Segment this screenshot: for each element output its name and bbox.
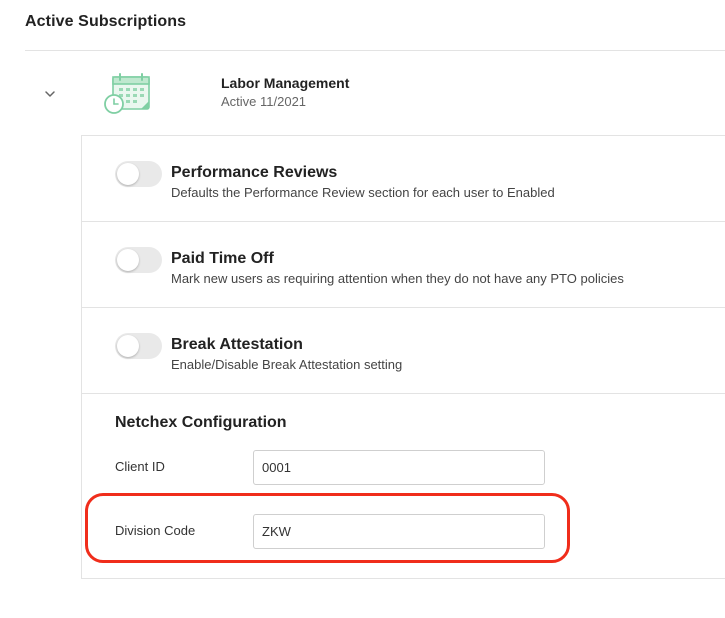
chevron-down-icon[interactable] <box>42 86 58 102</box>
break-attestation-toggle[interactable] <box>115 333 162 359</box>
setting-title: Performance Reviews <box>171 164 338 181</box>
subscriptions-page: Active Subscriptions Labor Management Ac… <box>0 0 725 618</box>
section-title: Active Subscriptions <box>25 13 187 30</box>
setting-row-break-attestation: Break Attestation Enable/Disable Break A… <box>82 308 725 394</box>
setting-title: Break Attestation <box>171 336 303 353</box>
title-divider <box>25 50 725 51</box>
product-status: Active 11/2021 <box>221 94 307 109</box>
paid-time-off-toggle[interactable] <box>115 247 162 273</box>
client-id-label: Client ID <box>115 459 165 474</box>
setting-description: Defaults the Performance Review section … <box>171 185 555 200</box>
product-name: Labor Management <box>221 75 350 91</box>
calendar-clock-icon <box>103 73 151 115</box>
division-code-input[interactable] <box>253 514 545 549</box>
config-title: Netchex Configuration <box>115 414 287 431</box>
setting-description: Mark new users as requiring attention wh… <box>171 271 624 286</box>
performance-reviews-toggle[interactable] <box>115 161 162 187</box>
setting-title: Paid Time Off <box>171 250 274 267</box>
setting-row-performance-reviews: Performance Reviews Defaults the Perform… <box>82 136 725 222</box>
division-code-label: Division Code <box>115 523 196 538</box>
settings-panel: Performance Reviews Defaults the Perform… <box>81 135 725 579</box>
setting-row-paid-time-off: Paid Time Off Mark new users as requirin… <box>82 222 725 308</box>
setting-description: Enable/Disable Break Attestation setting <box>171 357 403 372</box>
client-id-input[interactable] <box>253 450 545 485</box>
